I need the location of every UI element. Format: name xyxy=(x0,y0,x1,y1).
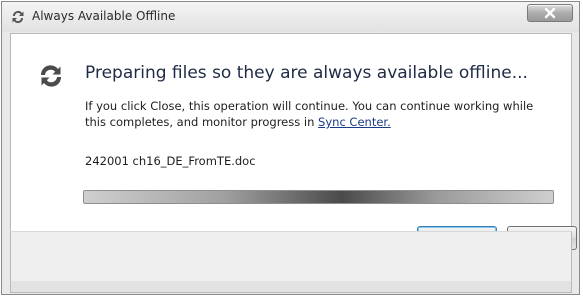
sync-center-link[interactable]: Sync Center. xyxy=(318,115,391,129)
sync-large-icon xyxy=(37,62,65,90)
title-bar[interactable]: Always Available Offline xyxy=(2,2,579,32)
dialog-window: Always Available Offline Preparing files… xyxy=(1,1,580,295)
main-heading: Preparing files so they are always avail… xyxy=(85,63,528,83)
window-title: Always Available Offline xyxy=(32,9,176,23)
dialog-bottom-edge xyxy=(10,281,572,293)
current-file-name: 242001 ch16_DE_FromTE.doc xyxy=(85,154,256,168)
progress-bar xyxy=(83,190,554,204)
sync-arrows-icon xyxy=(10,9,26,25)
progress-bar-marquee xyxy=(84,191,553,203)
dialog-footer xyxy=(10,231,572,281)
close-x-icon xyxy=(544,7,556,19)
description-body: If you click Close, this operation will … xyxy=(85,99,534,129)
dialog-content: Preparing files so they are always avail… xyxy=(10,33,577,250)
close-window-button[interactable] xyxy=(527,4,573,22)
description-text: If you click Close, this operation will … xyxy=(85,98,555,130)
